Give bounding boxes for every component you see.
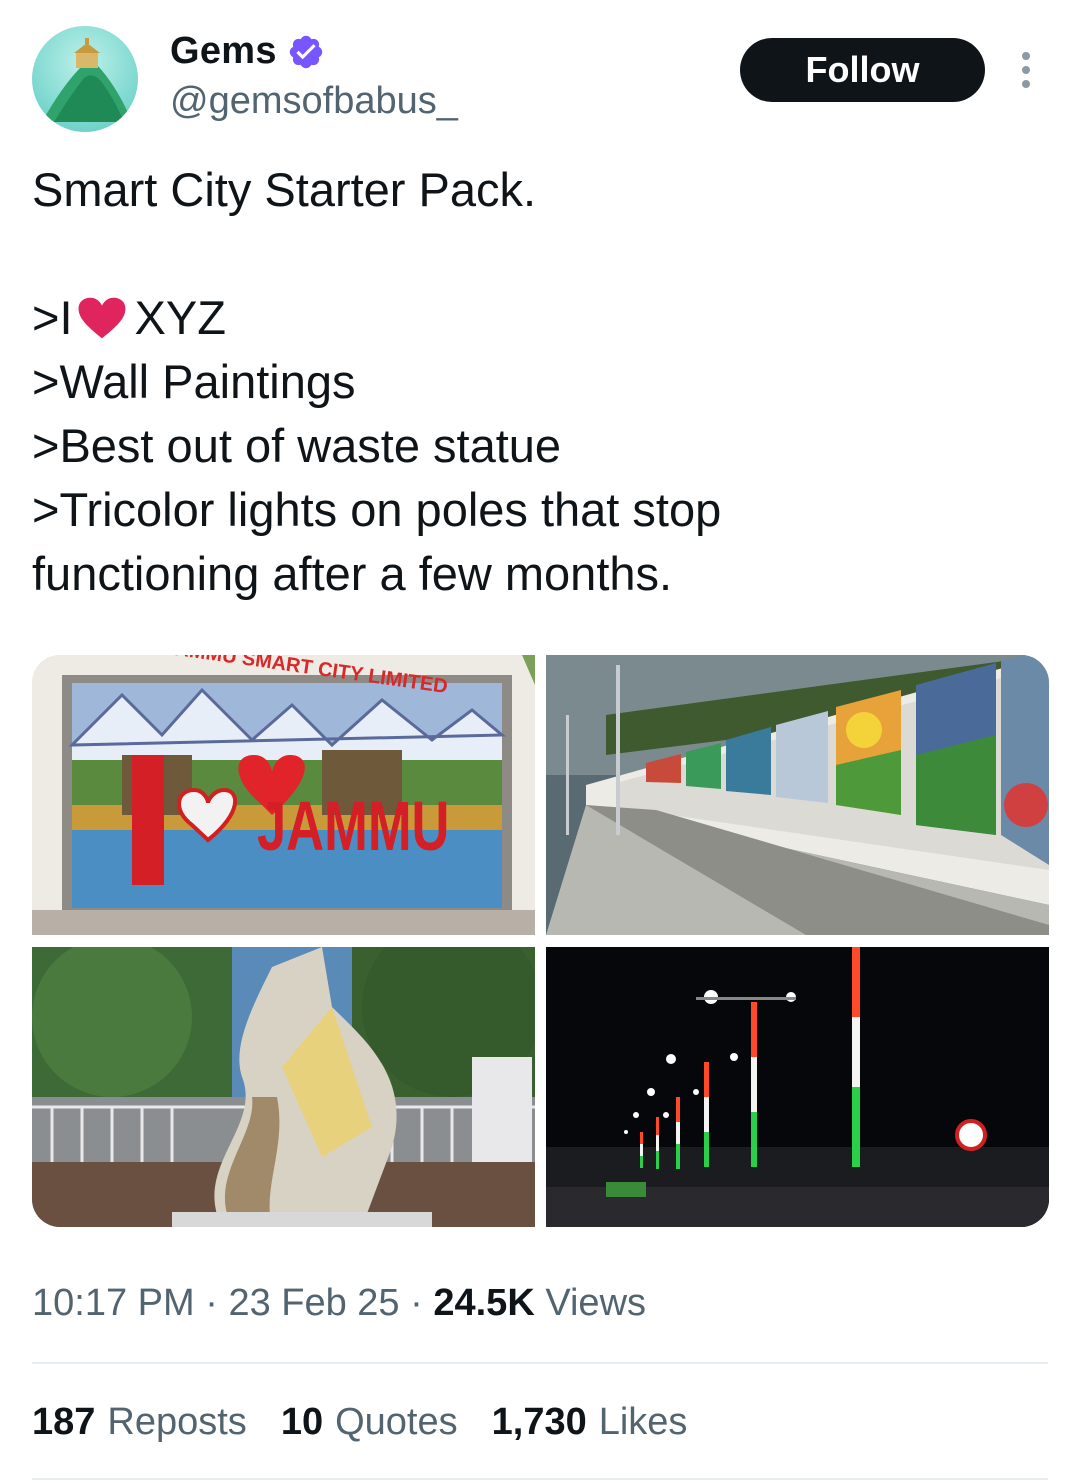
tweet-stats: 187 Reposts 10 Quotes 1,730 Likes [32, 1401, 721, 1444]
author-name[interactable]: Gems [170, 30, 277, 73]
tweet-date[interactable]: 23 Feb 25 [228, 1282, 399, 1324]
meta-separator: · [410, 1282, 423, 1324]
tweet-text: Smart City Starter Pack. >I XYZ >Wall Pai… [32, 158, 1042, 606]
tweet-header: Gems @gemsofbabus_ Follow [32, 26, 1048, 136]
media-image-waste-statue[interactable] [32, 947, 535, 1227]
media-image-tricolor-lights[interactable] [546, 947, 1049, 1227]
more-options-icon[interactable] [1012, 48, 1040, 92]
tweet-line: Smart City Starter Pack. [32, 163, 537, 216]
reposts-stat[interactable]: 187 Reposts [32, 1401, 247, 1444]
author-handle[interactable]: @gemsofbabus_ [170, 80, 458, 123]
views-count: 24.5K [433, 1282, 535, 1324]
avatar-image [42, 38, 132, 122]
tweet-line: >Wall Paintings [32, 355, 356, 408]
meta-separator: · [205, 1282, 218, 1324]
quotes-stat[interactable]: 10 Quotes [281, 1401, 458, 1444]
divider [32, 1362, 1048, 1364]
media-image-wall-paintings[interactable] [546, 655, 1049, 935]
views-label: Views [545, 1282, 647, 1324]
follow-button[interactable]: Follow [740, 38, 985, 102]
tweet-line: >Tricolor lights on poles that stop [32, 483, 722, 536]
media-image-jammu-sign[interactable]: JAMMU SMART CITY LIMITED JAMMU [32, 655, 535, 935]
tweet-line: functioning after a few months. [32, 547, 673, 600]
media-grid: JAMMU SMART CITY LIMITED JAMMU [32, 655, 1049, 1227]
tweet-line: >Best out of waste statue [32, 419, 562, 472]
likes-stat[interactable]: 1,730 Likes [492, 1401, 688, 1444]
tweet-time[interactable]: 10:17 PM [32, 1282, 195, 1324]
verified-badge-icon [289, 35, 323, 68]
divider [32, 1478, 1048, 1480]
tweet-line: >I XYZ [32, 291, 226, 344]
svg-text:JAMMU: JAMMU [257, 788, 449, 866]
heart-icon [78, 297, 125, 339]
avatar[interactable] [32, 26, 138, 132]
tweet-meta: 10:17 PM · 23 Feb 25 · 24.5K Views [32, 1282, 646, 1325]
